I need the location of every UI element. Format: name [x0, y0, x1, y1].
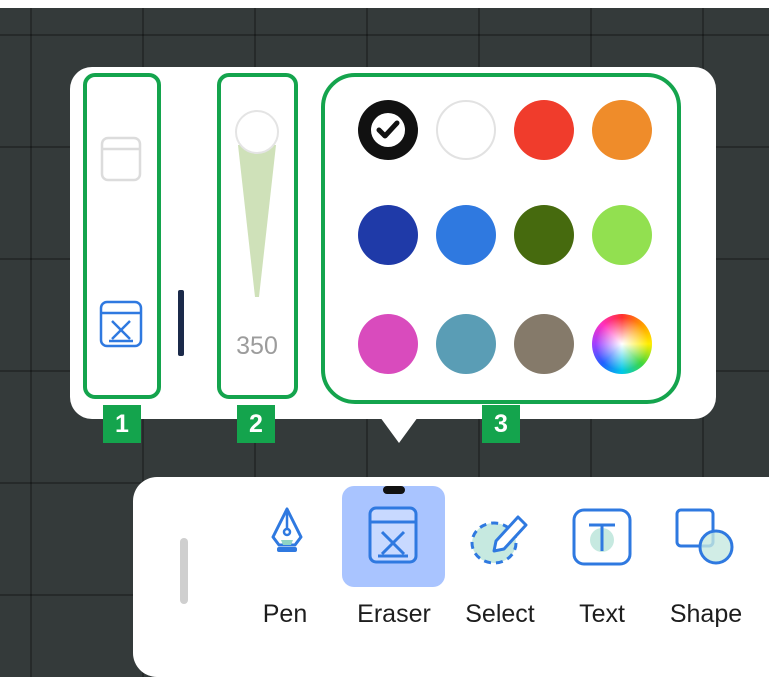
annotation-badge-1: 1 [103, 405, 141, 443]
eraser-icon[interactable] [366, 506, 422, 566]
annotation-box-2 [217, 73, 298, 399]
eraser-width-preview [178, 290, 184, 356]
annotation-box-3 [321, 73, 681, 404]
panel-pointer [380, 417, 418, 443]
tool-label-select[interactable]: Select [452, 600, 548, 629]
tool-label-shape[interactable]: Shape [656, 600, 756, 629]
annotation-box-1 [83, 73, 161, 399]
tool-label-text[interactable]: Text [566, 600, 638, 629]
tool-label-eraser[interactable]: Eraser [344, 600, 444, 629]
text-box-icon[interactable] [571, 507, 633, 567]
annotation-badge-2: 2 [237, 405, 275, 443]
lasso-select-icon[interactable] [466, 505, 532, 569]
tool-label-pen[interactable]: Pen [255, 600, 315, 629]
toolbar-drag-handle[interactable] [180, 538, 188, 604]
canvas-top-edge [0, 0, 769, 8]
shape-icon[interactable] [674, 507, 738, 567]
active-tool-indicator [383, 486, 405, 494]
pen-nib-icon[interactable] [265, 503, 309, 563]
annotation-badge-3: 3 [482, 405, 520, 443]
